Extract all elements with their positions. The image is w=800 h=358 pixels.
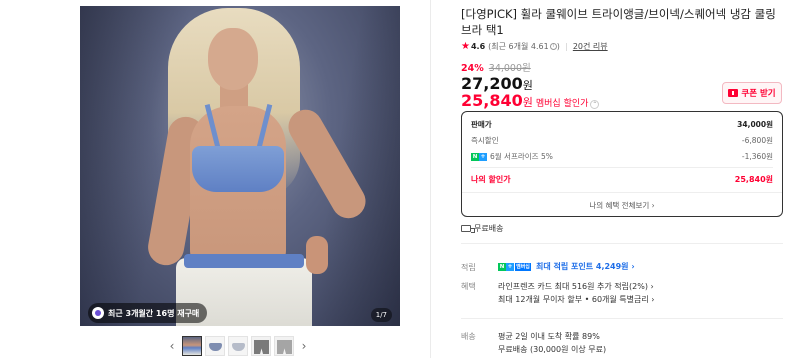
blue-sports-bra: [192, 146, 284, 192]
naver-plus-icon: N +: [471, 152, 487, 161]
repurchase-text: 최근 3개월간 16명 재구매: [108, 308, 200, 318]
thumb-prev-arrow-icon[interactable]: ‹: [165, 339, 179, 353]
accumulate-value-row[interactable]: N + 멤버십 최대 적립 포인트 4,249원 ›: [498, 261, 635, 272]
chevron-up-icon[interactable]: ⌃: [590, 100, 600, 109]
thumbnail-3[interactable]: [228, 336, 248, 356]
price-row-instant-discount: 즉시할인 -6,800원: [471, 135, 773, 146]
star-icon: ★: [461, 41, 470, 52]
thumb-next-arrow-icon[interactable]: ›: [297, 339, 311, 353]
model-hand: [306, 236, 328, 274]
blue-waistband: [184, 254, 304, 268]
benefit-installment-link[interactable]: 최대 12개월 무이자 할부 • 60개월 특별금리 ›: [498, 294, 654, 305]
naver-n-icon: N: [498, 262, 506, 271]
thumbnail-2[interactable]: [205, 336, 225, 356]
section-divider-2: [461, 318, 783, 319]
price-row-value: -6,800원: [741, 136, 773, 145]
my-price-label: 나의 할인가: [471, 175, 511, 184]
price-row-label-wrap: N + 6월 서프라이즈 5%: [471, 151, 553, 162]
view-all-benefits-link[interactable]: 나의 혜택 전체보기 ›: [462, 200, 782, 211]
price-row-my-price: 나의 할인가 25,840원: [471, 174, 773, 185]
price-row-label: 6월 서프라이즈 5%: [490, 152, 553, 161]
original-price-row: 24% 34,000원: [461, 60, 531, 74]
thumbnail-4[interactable]: [251, 336, 271, 356]
naver-n-icon: N: [471, 152, 479, 161]
thumbnail-strip: ‹ ›: [165, 336, 311, 356]
section-divider: [461, 243, 783, 244]
member-price-unit: 원: [522, 96, 533, 109]
truck-icon: [461, 225, 475, 233]
review-count-link[interactable]: 20건 리뷰: [573, 41, 608, 52]
main-product-image[interactable]: 최근 3개월간 16명 재구매 1/7: [80, 6, 400, 326]
accumulate-label: 적립: [461, 263, 476, 272]
member-price: 25,840: [461, 91, 523, 110]
coupon-icon: [728, 89, 739, 97]
price-box-divider: [471, 167, 773, 168]
delivery-label: 배송: [461, 332, 476, 341]
plus-icon: +: [506, 262, 514, 271]
plus-icon: +: [479, 152, 487, 161]
coupon-button[interactable]: 쿠폰 받기: [722, 82, 782, 104]
delivery-condition: 무료배송 (30,000원 이상 무료): [498, 345, 607, 354]
price-box-divider-2: [462, 192, 782, 193]
free-shipping-row: 무료배송: [461, 223, 503, 234]
thumbnail-1[interactable]: [182, 336, 202, 356]
rating-row: ★ 4.6 (최근 6개월 4.61 i ) 20건 리뷰: [461, 41, 608, 52]
benefit-label: 혜택: [461, 282, 476, 291]
benefit-card-link[interactable]: 라인프렌즈 카드 최대 516원 추가 적립(2%) ›: [498, 281, 654, 292]
repurchase-badge: 최근 3개월간 16명 재구매: [88, 303, 208, 323]
free-shipping-label: 무료배송: [474, 224, 504, 233]
rating-detail-close: ): [556, 42, 560, 51]
membership-badge-icon: 멤버십: [515, 262, 531, 271]
discount-rate: 24%: [461, 63, 484, 74]
thumbnail-5[interactable]: [274, 336, 294, 356]
original-price: 34,000원: [488, 63, 531, 74]
naver-plus-icon: N + 멤버십: [498, 262, 531, 271]
price-row-surprise: N + 6월 서프라이즈 5% -1,360원: [471, 151, 773, 162]
rating-value: 4.6: [470, 42, 486, 51]
member-price-label: 멤버십 할인가: [535, 99, 589, 109]
repurchase-icon: [92, 307, 104, 319]
my-price-value: 25,840원: [734, 175, 773, 184]
coupon-label: 쿠폰 받기: [741, 89, 776, 99]
price-row-value: 34,000원: [737, 120, 773, 129]
price-row-label: 판매가: [471, 120, 492, 129]
member-price-row: 25,840 원 멤버십 할인가 ⌃: [461, 91, 600, 110]
price-row-value: -1,360원: [741, 152, 773, 161]
accumulate-value: 최대 적립 포인트 4,249원 ›: [536, 262, 635, 271]
column-divider: [430, 0, 431, 358]
image-counter: 1/7: [370, 308, 392, 322]
product-title: [다영PICK] 휠라 쿨웨이브 트라이앵글/브이넥/스퀘어넥 냉감 쿨링 브라…: [461, 7, 776, 37]
rating-separator: [565, 42, 567, 51]
model-face: [208, 28, 258, 90]
rating-detail: (최근 6개월 4.61: [488, 42, 549, 51]
price-row-label: 즉시할인: [471, 136, 499, 145]
delivery-estimate: 평균 2일 이내 도착 확률 89%: [498, 332, 600, 341]
price-row-sale: 판매가 34,000원: [471, 119, 773, 130]
price-breakdown-box: 판매가 34,000원 즉시할인 -6,800원 N + 6월 서프라이즈 5% …: [461, 111, 783, 217]
info-icon[interactable]: i: [549, 43, 557, 50]
